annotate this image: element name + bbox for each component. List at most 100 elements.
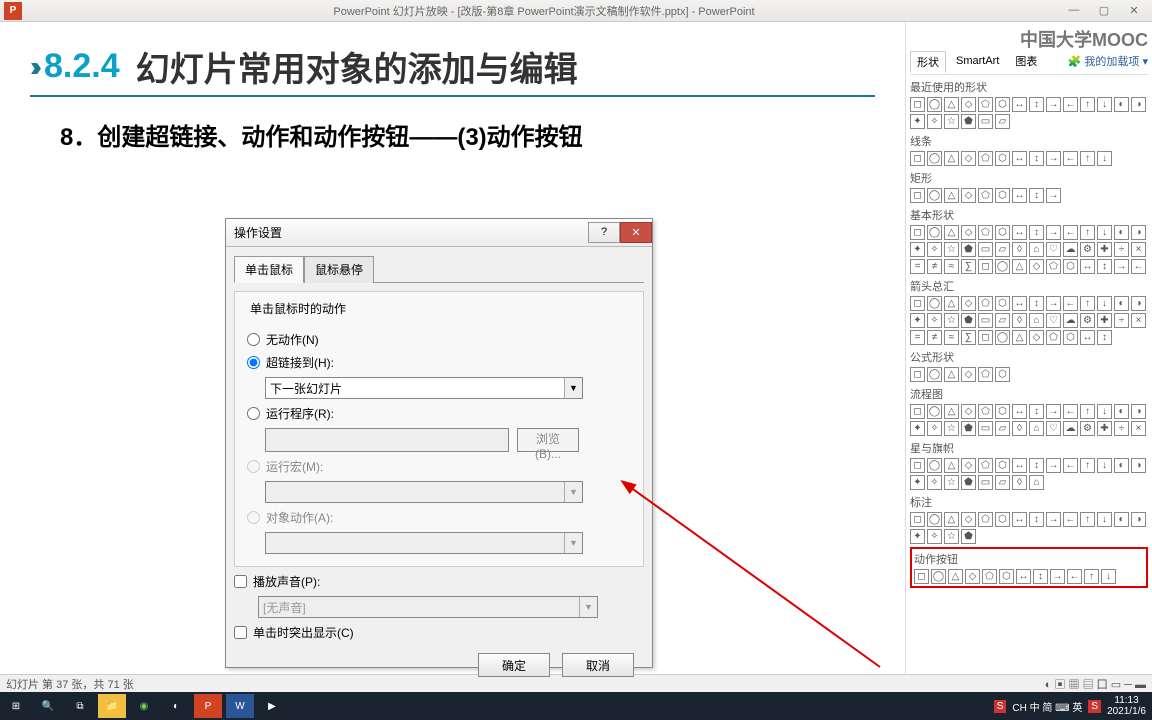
- shape-item[interactable]: ⬟: [961, 529, 976, 544]
- shape-item[interactable]: ◇: [965, 569, 980, 584]
- shape-item[interactable]: ←: [1063, 458, 1078, 473]
- tray-s2[interactable]: S: [1088, 700, 1101, 713]
- shape-item[interactable]: ⬡: [995, 188, 1010, 203]
- shape-item[interactable]: ≠: [927, 259, 942, 274]
- shape-item[interactable]: ⬠: [982, 569, 997, 584]
- chevron-down-icon[interactable]: ▼: [564, 378, 582, 398]
- maximize-button[interactable]: ▢: [1096, 4, 1112, 17]
- option-run-program[interactable]: 运行程序(R):: [247, 405, 631, 422]
- shape-item[interactable]: ↕: [1097, 259, 1112, 274]
- shape-item[interactable]: ✧: [927, 421, 942, 436]
- shape-item[interactable]: ↔: [1012, 512, 1027, 527]
- shape-item[interactable]: ✦: [910, 114, 925, 129]
- shape-item[interactable]: ◊: [1012, 421, 1027, 436]
- shape-item[interactable]: ↔: [1012, 296, 1027, 311]
- shape-item[interactable]: ◻: [910, 296, 925, 311]
- shape-item[interactable]: ⬠: [978, 296, 993, 311]
- shape-item[interactable]: ⬠: [978, 97, 993, 112]
- shape-item[interactable]: ✧: [927, 475, 942, 490]
- shape-item[interactable]: ×: [1131, 313, 1146, 328]
- shape-item[interactable]: ⌂: [1029, 421, 1044, 436]
- shape-item[interactable]: ⬡: [995, 97, 1010, 112]
- ok-button[interactable]: 确定: [478, 653, 550, 677]
- shape-item[interactable]: ▱: [995, 242, 1010, 257]
- shape-item[interactable]: ◻: [910, 367, 925, 382]
- shape-item[interactable]: ▱: [995, 475, 1010, 490]
- shape-item[interactable]: ◯: [927, 151, 942, 166]
- shape-item[interactable]: ⬟: [961, 242, 976, 257]
- shape-item[interactable]: ◑: [1131, 296, 1146, 311]
- powerpoint-icon[interactable]: P: [194, 694, 222, 718]
- shape-item[interactable]: △: [944, 458, 959, 473]
- shape-item[interactable]: ◊: [1012, 313, 1027, 328]
- browse-button[interactable]: 浏览(B)...: [517, 428, 579, 452]
- shape-item[interactable]: ▱: [995, 421, 1010, 436]
- hyperlink-combo[interactable]: 下一张幻灯片▼: [265, 377, 583, 399]
- panel-tab-smartart[interactable]: SmartArt: [950, 53, 1005, 69]
- shape-item[interactable]: ◯: [931, 569, 946, 584]
- shape-item[interactable]: ⬠: [978, 225, 993, 240]
- shape-item[interactable]: ◑: [1131, 512, 1146, 527]
- shape-item[interactable]: ⬟: [961, 475, 976, 490]
- shape-item[interactable]: ◯: [927, 188, 942, 203]
- shape-item[interactable]: →: [1046, 296, 1061, 311]
- shape-item[interactable]: ÷: [1114, 242, 1129, 257]
- shape-item[interactable]: ▱: [995, 313, 1010, 328]
- shape-item[interactable]: ◐: [1114, 296, 1129, 311]
- shape-item[interactable]: ◻: [978, 259, 993, 274]
- shape-item[interactable]: ×: [1131, 242, 1146, 257]
- shape-item[interactable]: ✧: [927, 529, 942, 544]
- shape-item[interactable]: ◯: [927, 225, 942, 240]
- shape-item[interactable]: ←: [1063, 225, 1078, 240]
- shape-item[interactable]: ↔: [1012, 151, 1027, 166]
- shape-item[interactable]: ☁: [1063, 421, 1078, 436]
- file-explorer-icon[interactable]: 📁: [98, 694, 126, 718]
- shape-item[interactable]: →: [1046, 458, 1061, 473]
- shape-item[interactable]: ◇: [961, 296, 976, 311]
- shape-item[interactable]: ◐: [1114, 225, 1129, 240]
- shape-item[interactable]: ⚙: [1080, 313, 1095, 328]
- shape-item[interactable]: ⬡: [995, 458, 1010, 473]
- shape-item[interactable]: ↓: [1097, 151, 1112, 166]
- shape-item[interactable]: ↑: [1080, 296, 1095, 311]
- tray-ime[interactable]: S: [994, 700, 1007, 713]
- shape-item[interactable]: △: [944, 512, 959, 527]
- word-icon[interactable]: W: [226, 694, 254, 718]
- shape-item[interactable]: ⬠: [978, 512, 993, 527]
- shape-item[interactable]: ♡: [1046, 313, 1061, 328]
- shape-item[interactable]: ⬠: [1046, 330, 1061, 345]
- option-none[interactable]: 无动作(N): [247, 331, 631, 348]
- shape-item[interactable]: ▭: [978, 114, 993, 129]
- shape-item[interactable]: △: [944, 188, 959, 203]
- browser-icon[interactable]: ◉: [130, 694, 158, 718]
- shape-item[interactable]: ↕: [1029, 151, 1044, 166]
- shape-item[interactable]: ◯: [927, 367, 942, 382]
- shape-item[interactable]: ◐: [1114, 97, 1129, 112]
- shape-item[interactable]: =: [910, 330, 925, 345]
- shape-item[interactable]: ↑: [1080, 97, 1095, 112]
- shape-item[interactable]: ◇: [961, 458, 976, 473]
- shape-item[interactable]: ↔: [1016, 569, 1031, 584]
- shape-item[interactable]: →: [1046, 512, 1061, 527]
- shape-item[interactable]: ↕: [1033, 569, 1048, 584]
- app1-icon[interactable]: ◐: [162, 694, 190, 718]
- shape-item[interactable]: ◯: [995, 259, 1010, 274]
- shape-item[interactable]: →: [1046, 151, 1061, 166]
- shape-item[interactable]: ⬡: [995, 367, 1010, 382]
- shape-item[interactable]: ◐: [1114, 404, 1129, 419]
- shape-item[interactable]: ←: [1063, 151, 1078, 166]
- shape-item[interactable]: ◻: [910, 188, 925, 203]
- shape-item[interactable]: ⬠: [1046, 259, 1061, 274]
- shape-item[interactable]: ≠: [927, 330, 942, 345]
- shape-item[interactable]: ↓: [1097, 296, 1112, 311]
- shape-item[interactable]: ✦: [910, 242, 925, 257]
- shape-item[interactable]: ☁: [1063, 242, 1078, 257]
- shape-item[interactable]: ☆: [944, 114, 959, 129]
- shape-item[interactable]: ↕: [1029, 458, 1044, 473]
- shape-item[interactable]: ▭: [978, 475, 993, 490]
- shape-item[interactable]: ⬡: [1063, 259, 1078, 274]
- shape-item[interactable]: ◻: [910, 225, 925, 240]
- shape-item[interactable]: ←: [1063, 97, 1078, 112]
- shape-item[interactable]: ◯: [995, 330, 1010, 345]
- minimize-button[interactable]: —: [1066, 4, 1082, 17]
